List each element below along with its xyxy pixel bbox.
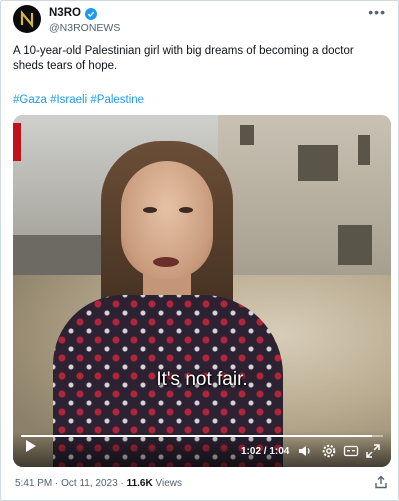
video-progress-bar[interactable]	[21, 435, 383, 437]
hashtag-palestine[interactable]: #Palestine	[90, 94, 144, 106]
tweet-date[interactable]: Oct 11, 2023	[61, 478, 118, 489]
fullscreen-icon[interactable]	[365, 443, 381, 459]
author-name-row: N3RO	[49, 7, 97, 20]
video-person-eye	[179, 207, 193, 213]
play-icon[interactable]	[25, 439, 37, 458]
video-caption: It's not fair.	[156, 369, 248, 390]
tweet-text: A 10-year-old Palestinian girl with big …	[13, 45, 354, 72]
video-player[interactable]: It's not fair. 1:02 / 1:04	[13, 115, 391, 467]
n3ro-logo	[20, 10, 34, 28]
avatar[interactable]	[13, 5, 41, 33]
author-name[interactable]: N3RO	[49, 7, 81, 19]
tweet-card: N3RO @N3RONEWS ••• A 10-year-old Palesti…	[0, 0, 399, 501]
author-handle[interactable]: @N3RONEWS	[49, 22, 120, 34]
video-background-building	[218, 115, 391, 290]
video-person-eye	[143, 207, 157, 213]
cc-icon[interactable]	[343, 443, 359, 459]
video-progress-fill	[21, 435, 373, 437]
tweet-meta: 5:41 PM · Oct 11, 2023 · 11.6K Views	[15, 478, 182, 489]
hashtag-gaza[interactable]: #Gaza	[13, 94, 47, 106]
share-icon[interactable]	[374, 475, 388, 494]
views-label: Views	[155, 478, 182, 489]
verified-badge-icon	[84, 7, 97, 20]
video-red-mark	[13, 123, 21, 161]
settings-icon[interactable]	[321, 443, 337, 459]
video-person-mouth	[153, 257, 179, 267]
tweet-time[interactable]: 5:41 PM	[15, 478, 52, 489]
video-time: 1:02 / 1:04	[241, 446, 290, 457]
hashtags: #Gaza #Israeli #Palestine	[13, 94, 144, 106]
hashtag-israeli[interactable]: #Israeli	[50, 94, 87, 106]
more-icon[interactable]: •••	[368, 4, 386, 20]
views-count: 11.6K	[126, 478, 153, 489]
volume-icon[interactable]	[297, 443, 313, 459]
